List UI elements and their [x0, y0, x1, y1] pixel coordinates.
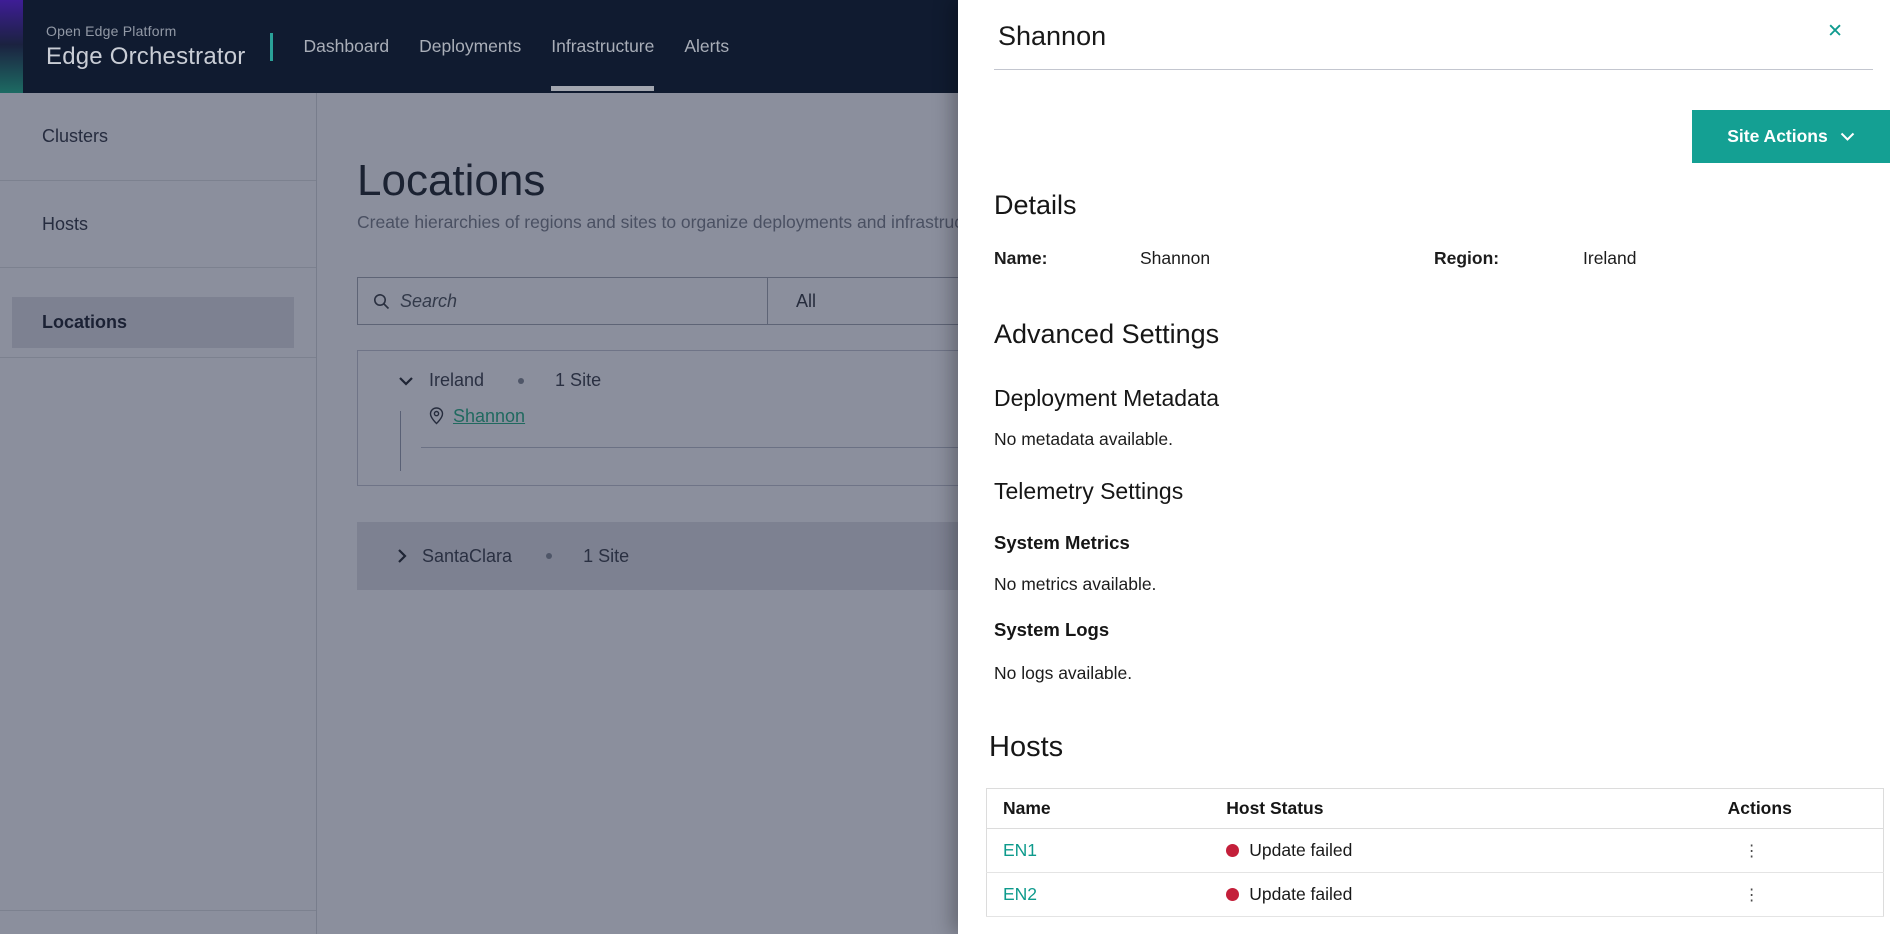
nav-item-dashboard[interactable]: Dashboard	[304, 0, 390, 93]
system-logs-heading: System Logs	[994, 618, 1901, 641]
logs-empty-text: No logs available.	[994, 662, 1901, 685]
main-nav: Dashboard Deployments Infrastructure Ale…	[274, 0, 730, 93]
drawer-title-divider	[994, 69, 1873, 70]
chevron-right-icon[interactable]	[397, 548, 407, 564]
bullet-separator	[518, 378, 524, 384]
region-name: Ireland	[429, 370, 484, 391]
name-label: Name:	[994, 248, 1140, 269]
nav-item-deployments[interactable]: Deployments	[419, 0, 521, 93]
region-value: Ireland	[1583, 248, 1637, 269]
tree-guide-line	[400, 411, 401, 471]
sidebar-divider	[0, 910, 316, 911]
hosts-table-header: Name Host Status Actions	[987, 789, 1884, 829]
system-metrics-heading: System Metrics	[994, 531, 1901, 554]
name-value: Shannon	[1140, 248, 1434, 269]
close-icon[interactable]: ✕	[1827, 20, 1843, 43]
sidebar: Clusters Hosts Locations	[0, 93, 317, 934]
status-error-dot-icon	[1226, 888, 1239, 901]
search-input[interactable]	[400, 291, 720, 312]
sidebar-item-locations[interactable]: Locations	[0, 268, 316, 358]
site-link-shannon[interactable]: Shannon	[453, 406, 525, 427]
metadata-empty-text: No metadata available.	[994, 428, 1901, 451]
table-row: EN1 Update failed ⋮	[987, 829, 1884, 873]
details-heading: Details	[994, 189, 1901, 221]
nav-item-alerts[interactable]: Alerts	[684, 0, 729, 93]
region-site-count: 1 Site	[583, 546, 629, 567]
status-error-dot-icon	[1226, 844, 1239, 857]
host-status-cell: Update failed	[1226, 884, 1711, 905]
host-link-en2[interactable]: EN2	[1003, 884, 1037, 904]
location-pin-icon	[429, 407, 444, 425]
advanced-settings-heading: Advanced Settings	[994, 318, 1901, 350]
site-actions-button[interactable]: Site Actions	[1692, 110, 1890, 163]
region-label: Region:	[1434, 248, 1583, 269]
drawer-title: Shannon	[998, 20, 1811, 52]
hosts-heading: Hosts	[989, 730, 1901, 765]
column-header-actions: Actions	[1712, 789, 1884, 829]
sidebar-item-locations-selected[interactable]: Locations	[12, 297, 294, 348]
sidebar-item-hosts[interactable]: Hosts	[0, 181, 316, 268]
status-text: Update failed	[1249, 840, 1352, 861]
brand-product-name: Edge Orchestrator	[46, 43, 246, 71]
kebab-menu-icon[interactable]: ⋮	[1728, 841, 1760, 861]
sidebar-item-clusters[interactable]: Clusters	[0, 93, 316, 181]
site-details-drawer: Shannon ✕ Site Actions Details Name: Sha…	[958, 0, 1901, 934]
details-fields: Name: Shannon Region: Ireland	[994, 248, 1901, 269]
filter-selected-value: All	[796, 291, 816, 312]
chevron-down-icon	[1840, 132, 1855, 141]
bullet-separator	[546, 553, 552, 559]
search-icon	[373, 293, 390, 310]
app-window: Open Edge Platform Edge Orchestrator Das…	[0, 0, 1901, 934]
nav-item-infrastructure[interactable]: Infrastructure	[551, 0, 654, 93]
brand-platform-name: Open Edge Platform	[46, 23, 246, 39]
hosts-table: Name Host Status Actions EN1 Update fail…	[986, 788, 1884, 917]
column-header-host-status[interactable]: Host Status	[1210, 789, 1711, 829]
host-status-cell: Update failed	[1226, 840, 1711, 861]
chevron-down-icon[interactable]	[398, 376, 414, 386]
brand-nav-divider	[270, 33, 273, 61]
brand-gradient-accent	[0, 0, 23, 93]
brand-block: Open Edge Platform Edge Orchestrator	[46, 0, 246, 93]
search-field[interactable]	[357, 277, 767, 325]
deployment-metadata-heading: Deployment Metadata	[994, 384, 1901, 412]
host-link-en1[interactable]: EN1	[1003, 840, 1037, 860]
region-name: SantaClara	[422, 546, 512, 567]
table-row: EN2 Update failed ⋮	[987, 873, 1884, 917]
kebab-menu-icon[interactable]: ⋮	[1728, 885, 1760, 905]
status-text: Update failed	[1249, 884, 1352, 905]
metrics-empty-text: No metrics available.	[994, 573, 1901, 596]
telemetry-settings-heading: Telemetry Settings	[994, 477, 1901, 505]
column-header-name[interactable]: Name	[987, 789, 1211, 829]
region-site-count: 1 Site	[555, 370, 601, 391]
